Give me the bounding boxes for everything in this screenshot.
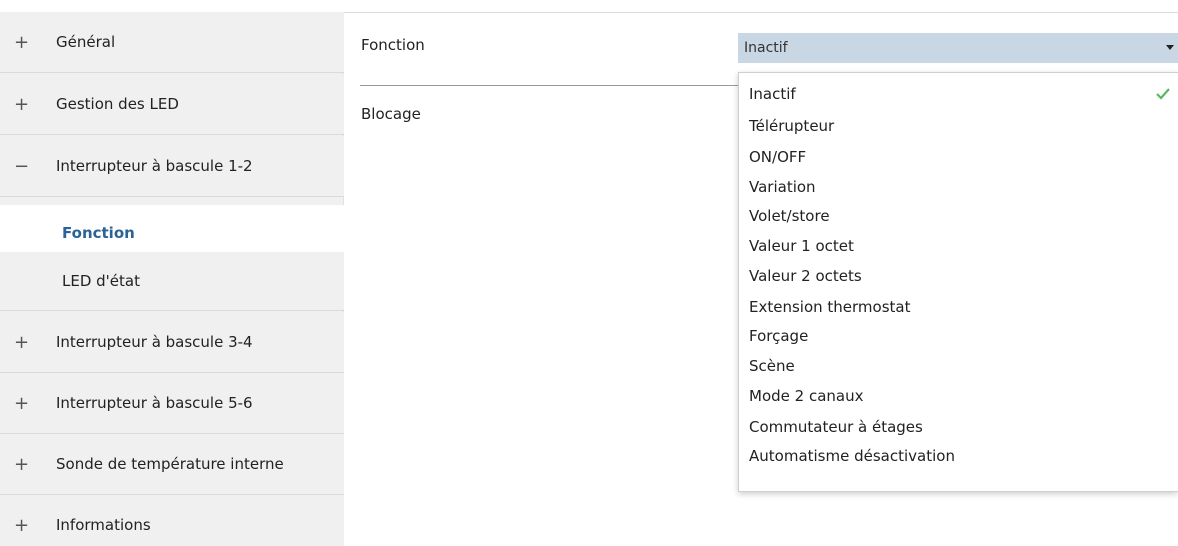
- dropdown-option[interactable]: Forçage: [749, 323, 808, 349]
- check-icon: [1156, 88, 1170, 100]
- sidebar-item-sonde-temperature[interactable]: + Sonde de température interne: [0, 434, 344, 495]
- sidebar-item-interrupteur-1-2[interactable]: − Interrupteur à bascule 1-2: [0, 136, 344, 197]
- dropdown-option[interactable]: Commutateur à étages: [749, 414, 923, 440]
- fonction-dropdown-list: Inactif Télérupteur ON/OFF Variation Vol…: [738, 72, 1178, 492]
- dropdown-option[interactable]: Mode 2 canaux: [749, 383, 863, 409]
- sidebar-item-label: LED d'état: [62, 272, 140, 290]
- sidebar-item-interrupteur-3-4[interactable]: + Interrupteur à bascule 3-4: [0, 312, 344, 373]
- expand-icon: +: [14, 454, 30, 475]
- sidebar-item-general[interactable]: + Général: [0, 12, 344, 73]
- sidebar-item-label: Interrupteur à bascule 1-2: [56, 157, 253, 175]
- sidebar-item-gestion-led[interactable]: + Gestion des LED: [0, 74, 344, 135]
- select-value: Inactif: [744, 40, 788, 56]
- expand-icon: +: [14, 32, 30, 53]
- dropdown-option[interactable]: Automatisme désactivation: [749, 443, 955, 469]
- dropdown-option[interactable]: Valeur 2 octets: [749, 263, 862, 289]
- panel-top-divider: [344, 12, 1178, 13]
- dropdown-option[interactable]: ON/OFF: [749, 144, 806, 170]
- expand-icon: +: [14, 332, 30, 353]
- sidebar-item-label: Sonde de température interne: [56, 455, 284, 473]
- sidebar: + Général + Gestion des LED − Interrupte…: [0, 12, 350, 546]
- fonction-select[interactable]: Inactif: [738, 33, 1178, 63]
- expand-icon: +: [14, 393, 30, 414]
- sidebar-item-label: Informations: [56, 516, 151, 534]
- chevron-down-icon: [1166, 45, 1174, 50]
- param-label-blocage: Blocage: [361, 105, 421, 123]
- sidebar-item-informations[interactable]: + Informations: [0, 495, 344, 546]
- param-divider: [360, 85, 738, 86]
- sidebar-item-label: Gestion des LED: [56, 95, 179, 113]
- dropdown-option[interactable]: Télérupteur: [749, 113, 834, 139]
- sidebar-item-label: Général: [56, 33, 116, 51]
- sidebar-item-label: Interrupteur à bascule 5-6: [56, 394, 253, 412]
- param-label-fonction: Fonction: [361, 36, 425, 54]
- dropdown-option[interactable]: Volet/store: [749, 203, 830, 229]
- sidebar-item-label: Interrupteur à bascule 3-4: [56, 333, 253, 351]
- dropdown-option[interactable]: Inactif: [749, 81, 796, 107]
- sidebar-subitem-led-etat[interactable]: LED d'état: [0, 252, 344, 311]
- dropdown-option[interactable]: Extension thermostat: [749, 294, 910, 320]
- dropdown-option[interactable]: Scène: [749, 353, 795, 379]
- dropdown-option[interactable]: Valeur 1 octet: [749, 233, 854, 259]
- collapse-icon: −: [14, 156, 30, 177]
- sidebar-item-interrupteur-5-6[interactable]: + Interrupteur à bascule 5-6: [0, 373, 344, 434]
- expand-icon: +: [14, 515, 30, 536]
- dropdown-option[interactable]: Variation: [749, 174, 816, 200]
- expand-icon: +: [14, 94, 30, 115]
